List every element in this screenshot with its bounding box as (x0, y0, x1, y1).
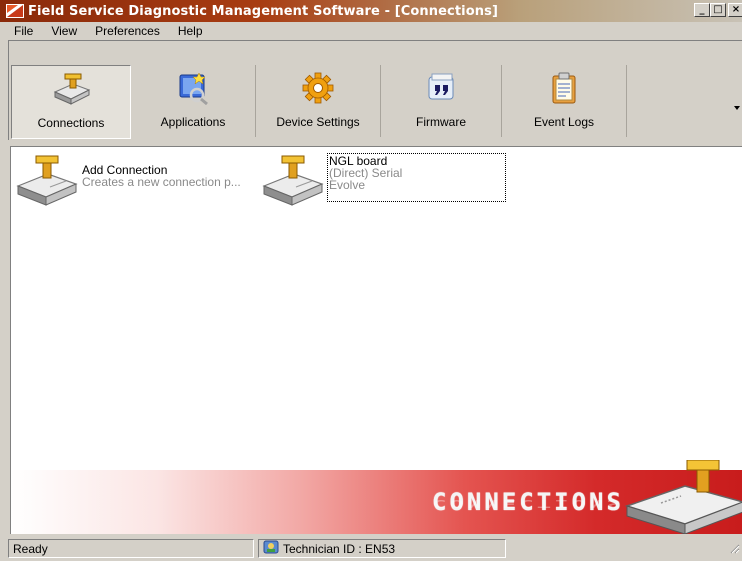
toolbar-device-settings-label: Device Settings (276, 115, 360, 129)
toolbar-event-logs-button[interactable]: Event Logs (502, 65, 627, 137)
toolbar-connections-label: Connections (37, 116, 105, 130)
technician-id: Technician ID : EN53 (283, 541, 396, 556)
menu-help[interactable]: Help (168, 24, 211, 38)
firmware-icon (423, 71, 459, 108)
connections-list-view[interactable]: Add Connection Creates a new connection … (10, 146, 742, 534)
toolbar-firmware-label: Firmware (416, 115, 466, 129)
technician-icon (263, 540, 279, 557)
title-bar[interactable]: Field Service Diagnostic Management Soft… (0, 0, 742, 22)
connection-device-icon (260, 154, 324, 209)
menu-view[interactable]: View (41, 24, 85, 38)
connection-device-icon (14, 154, 78, 209)
list-item-protocol: Evolve (329, 178, 366, 192)
applications-icon (175, 71, 211, 108)
minimize-button[interactable]: _ (694, 3, 710, 17)
toolbar-chevron-icon[interactable] (734, 101, 740, 110)
toolbar-firmware-button[interactable]: Firmware (381, 65, 502, 137)
window-title: Field Service Diagnostic Management Soft… (28, 3, 498, 19)
status-technician-panel: Technician ID : EN53 (258, 539, 506, 558)
connection-device-icon (619, 459, 742, 534)
close-button[interactable]: × (728, 3, 742, 17)
list-item-description: Creates a new connection p... (82, 175, 241, 189)
toolbar-connections-button[interactable]: Connections (11, 65, 131, 139)
app-icon[interactable] (6, 4, 24, 18)
status-bar: Ready Technician ID : EN53 (8, 539, 742, 559)
status-ready: Ready (8, 539, 254, 558)
list-item-ngl-board[interactable]: NGL board (Direct) Serial Evolve (260, 153, 520, 214)
menu-preferences[interactable]: Preferences (85, 24, 168, 38)
toolbar-device-settings-button[interactable]: Device Settings (256, 65, 381, 137)
banner-title-reflection: CONNECTIONS (432, 497, 624, 510)
connection-device-icon (51, 72, 91, 109)
clipboard-icon (548, 71, 580, 108)
maximize-button[interactable]: □ (710, 3, 726, 17)
toolbar: Connections Applications Device Settings… (8, 40, 742, 140)
toolbar-applications-button[interactable]: Applications (131, 65, 256, 137)
toolbar-event-logs-label: Event Logs (533, 115, 595, 129)
resize-grip-icon[interactable] (728, 542, 740, 557)
menu-bar: File View Preferences Help (0, 22, 742, 40)
connections-banner: CONNECTIONS CONNECTIONS (11, 459, 742, 534)
gear-icon (301, 71, 335, 108)
menu-file[interactable]: File (0, 24, 41, 38)
list-item-add-connection[interactable]: Add Connection Creates a new connection … (14, 154, 254, 214)
toolbar-applications-label: Applications (160, 115, 226, 129)
